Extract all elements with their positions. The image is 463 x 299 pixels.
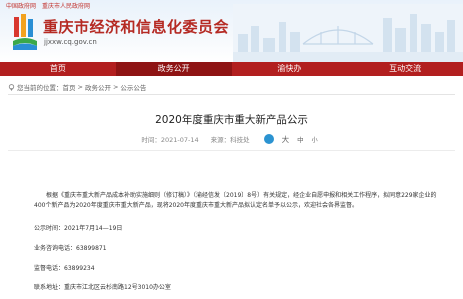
cq-gov-link[interactable]: 重庆市人民政府网 <box>42 3 90 10</box>
gov-link[interactable]: 中国政府网 <box>6 3 36 10</box>
nav-home[interactable]: 首页 <box>0 62 116 76</box>
breadcrumb-announcements[interactable]: 公示公告 <box>120 82 146 92</box>
article-source: 来源：科技处 <box>210 136 250 144</box>
breadcrumb-prefix: 您当前的位置： <box>17 84 63 92</box>
article-body-paragraph: 根据《重庆市重大新产品成本补助实施细则（修订稿）》（渝经信发〔2019〕8号）有… <box>34 192 437 209</box>
site-logo-icon[interactable] <box>12 13 38 51</box>
location-pin-icon <box>8 83 15 91</box>
nav-gov-affairs[interactable]: 政务公开 <box>115 62 232 76</box>
consult-phone: 业务咨询电话：63899871 <box>34 245 107 252</box>
city-skyline-illustration <box>233 4 463 62</box>
breadcrumb-separator: > <box>77 83 83 91</box>
publicity-period: 公示时间：2021年7月14—19日 <box>34 225 123 232</box>
meta-divider <box>8 150 455 151</box>
site-header: 中国政府网 重庆市人民政府网 重庆市经济和信息化委员会 jjxxw.cq.gov… <box>0 0 463 62</box>
top-links: 中国政府网 重庆市人民政府网 <box>6 1 94 10</box>
breadcrumb-home[interactable]: 首页 <box>63 82 76 92</box>
supervise-phone: 监督电话：63899234 <box>34 265 95 272</box>
breadcrumb-separator: > <box>112 83 119 91</box>
font-size-large-button[interactable]: 大 <box>282 134 290 145</box>
publish-date: 时间：2021-07-14 <box>141 136 199 144</box>
breadcrumb-gov-affairs[interactable]: 政务公开 <box>85 82 111 92</box>
article-title: 2020年度重庆市重大新产品公示 <box>155 114 308 126</box>
main-nav: 首页 政务公开 渝快办 互动交流 <box>0 62 463 76</box>
article-meta: 时间：2021-07-14 来源：科技处 大 中 小 <box>0 133 463 145</box>
share-icon[interactable] <box>263 134 274 144</box>
font-size-small-button[interactable]: 小 <box>312 135 318 144</box>
site-title: 重庆市经济和信息化委员会 <box>43 18 230 36</box>
contact-address: 联系地址：重庆市江北区云杉南路12号3010办公室 <box>34 284 171 291</box>
font-size-medium-button[interactable]: 中 <box>297 134 304 144</box>
nav-interaction[interactable]: 互动交流 <box>347 62 463 76</box>
breadcrumb: 您当前的位置： 首页 > 政务公开 > 公示公告 <box>8 82 146 92</box>
site-domain: jjxxw.cq.gov.cn <box>44 38 97 46</box>
breadcrumb-divider <box>8 94 455 95</box>
nav-yukuaiban[interactable]: 渝快办 <box>232 62 348 76</box>
